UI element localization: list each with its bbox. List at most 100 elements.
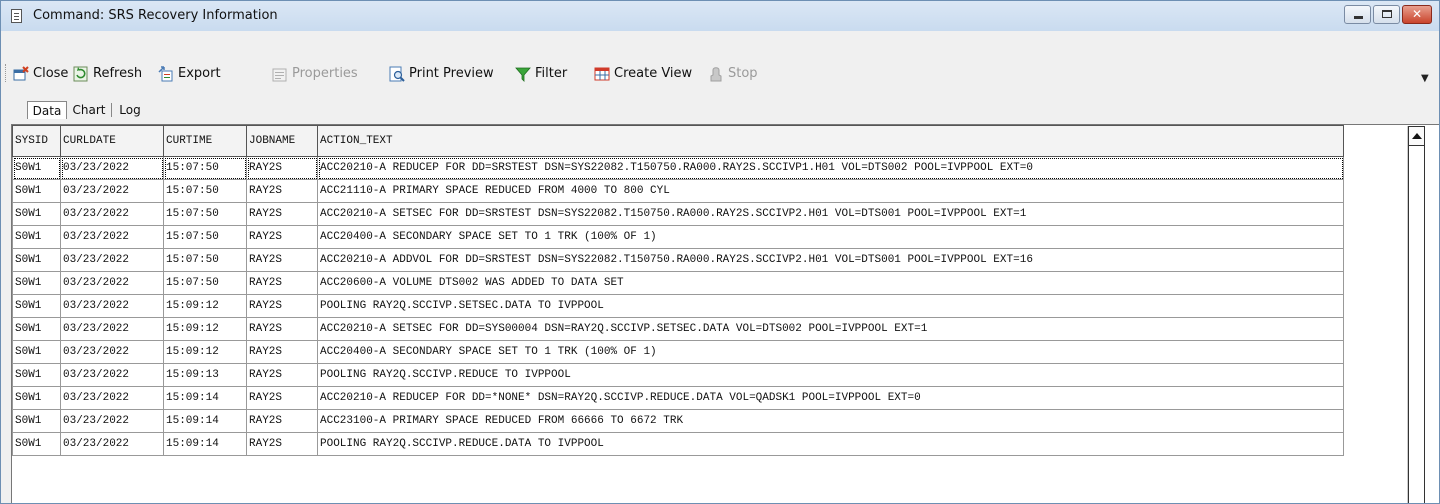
table-row[interactable]: S0W1 03/23/2022 15:09:12 RAY2S ACC20210-A SE…: [12, 317, 1344, 341]
table-cell: 03/23/2022: [60, 432, 164, 456]
maximize-icon: [1382, 10, 1392, 18]
table-cell: RAY2S: [246, 271, 318, 295]
print-preview-label: Print Preview: [409, 66, 494, 81]
table-cell: POOLING RAY2Q.SCCIVP.REDUCE.DATA TO IVPP…: [317, 432, 1344, 456]
create-view-icon: [594, 67, 610, 81]
properties-icon: [272, 68, 287, 82]
header-row: SYSID CURLDATE CURTIME JOBNAME ACTION_TEXT: [12, 125, 1344, 157]
table-cell: S0W1: [12, 386, 61, 410]
table-cell: ACC20210-A REDUCEP FOR DD=*NONE* DSN=RAY…: [317, 386, 1344, 410]
table-row[interactable]: S0W1 03/23/2022 15:07:50 RAY2S ACC20210-A SE…: [12, 202, 1344, 226]
tab-log[interactable]: Log: [113, 101, 147, 119]
scroll-track[interactable]: [1408, 146, 1425, 503]
table-cell: ACC23100-A PRIMARY SPACE REDUCED FROM 66…: [317, 409, 1344, 433]
tab-separator: [111, 103, 112, 117]
table-cell: RAY2S: [246, 225, 318, 249]
table-cell: 03/23/2022: [60, 225, 164, 249]
table-cell: ACC20400-A SECONDARY SPACE SET TO 1 TRK …: [317, 340, 1344, 364]
table-cell: POOLING RAY2Q.SCCIVP.SETSEC.DATA TO IVPP…: [317, 294, 1344, 318]
create-view-button[interactable]: Create View: [594, 63, 704, 85]
print-preview-icon: [389, 66, 405, 82]
table-row[interactable]: S0W1 03/23/2022 15:09:14 RAY2S ACC20210-A RE…: [12, 386, 1344, 410]
table-cell: 15:09:12: [163, 340, 247, 364]
results-table: SYSID CURLDATE CURTIME JOBNAME ACTION_TEXT S…: [12, 125, 1344, 456]
column-header-jobname[interactable]: JOBNAME: [246, 125, 318, 157]
column-header-action-text[interactable]: ACTION_TEXT: [317, 125, 1344, 157]
stop-label: Stop: [728, 66, 758, 81]
table-cell: S0W1: [12, 248, 61, 272]
stop-icon: [710, 67, 722, 82]
table-cell: POOLING RAY2Q.SCCIVP.REDUCE TO IVPPOOL: [317, 363, 1344, 387]
scroll-up-icon: [1412, 133, 1422, 139]
close-window-button[interactable]: ✕: [1402, 5, 1432, 24]
table-cell: 03/23/2022: [60, 248, 164, 272]
table-row[interactable]: S0W1 03/23/2022 15:07:50 RAY2S ACC21110-A PR…: [12, 179, 1344, 203]
table-cell: S0W1: [12, 202, 61, 226]
table-cell: ACC20210-A SETSEC FOR DD=SRSTEST DSN=SYS…: [317, 202, 1344, 226]
print-preview-button[interactable]: Print Preview: [389, 63, 511, 85]
table-row[interactable]: S0W1 03/23/2022 15:07:50 RAY2S ACC20400-A SE…: [12, 225, 1344, 249]
filter-button[interactable]: Filter: [515, 63, 587, 85]
table-cell: 03/23/2022: [60, 156, 164, 180]
table-cell: 03/23/2022: [60, 409, 164, 433]
table-cell: S0W1: [12, 363, 61, 387]
table-cell: 15:09:14: [163, 432, 247, 456]
table-cell: 03/23/2022: [60, 363, 164, 387]
export-button[interactable]: Export: [158, 63, 268, 85]
table-cell: S0W1: [12, 317, 61, 341]
refresh-label: Refresh: [93, 66, 143, 81]
table-row[interactable]: S0W1 03/23/2022 15:07:50 RAY2S ACC20600-A VO…: [12, 271, 1344, 295]
table-row[interactable]: S0W1 03/23/2022 15:07:50 RAY2S ACC20210-A AD…: [12, 248, 1344, 272]
table-cell: 03/23/2022: [60, 179, 164, 203]
table-cell: S0W1: [12, 294, 61, 318]
table-cell: 15:07:50: [163, 156, 247, 180]
table-row[interactable]: S0W1 03/23/2022 15:09:14 RAY2S ACC23100-A PR…: [12, 409, 1344, 433]
stop-button[interactable]: Stop: [708, 63, 768, 85]
table-cell: ACC20210-A REDUCEP FOR DD=SRSTEST DSN=SY…: [317, 156, 1344, 180]
document-icon: [11, 9, 22, 23]
table-row[interactable]: S0W1 03/23/2022 15:09:14 RAY2S POOLING RAY2Q…: [12, 432, 1344, 456]
table-cell: ACC20400-A SECONDARY SPACE SET TO 1 TRK …: [317, 225, 1344, 249]
export-icon: [158, 66, 173, 82]
minimize-button[interactable]: [1344, 5, 1371, 24]
table-cell: 15:07:50: [163, 179, 247, 203]
filter-icon: [515, 67, 531, 82]
table-cell: 03/23/2022: [60, 340, 164, 364]
minimize-icon: [1354, 16, 1363, 19]
table-cell: RAY2S: [246, 202, 318, 226]
table-row[interactable]: S0W1 03/23/2022 15:07:50 RAY2S ACC20210-A RE…: [12, 156, 1344, 180]
properties-label: Properties: [292, 66, 358, 81]
toolbar-overflow-icon[interactable]: ▼: [1421, 73, 1429, 84]
table-cell: RAY2S: [246, 432, 318, 456]
toolbar-grip[interactable]: [5, 64, 9, 82]
table-cell: RAY2S: [246, 409, 318, 433]
filter-label: Filter: [535, 66, 568, 81]
table-cell: ACC20600-A VOLUME DTS002 WAS ADDED TO DA…: [317, 271, 1344, 295]
maximize-button[interactable]: [1373, 5, 1400, 24]
column-header-sysid[interactable]: SYSID: [12, 125, 61, 157]
refresh-button[interactable]: Refresh: [73, 63, 158, 85]
export-label: Export: [178, 66, 221, 81]
vertical-scrollbar[interactable]: [1407, 126, 1425, 503]
data-grid[interactable]: SYSID CURLDATE CURTIME JOBNAME ACTION_TEXT S…: [11, 124, 1439, 503]
tab-chart[interactable]: Chart: [68, 101, 110, 119]
tab-data[interactable]: Data: [27, 101, 67, 119]
column-header-curldate[interactable]: CURLDATE: [60, 125, 164, 157]
table-cell: S0W1: [12, 432, 61, 456]
table-row[interactable]: S0W1 03/23/2022 15:09:12 RAY2S POOLING RAY2Q…: [12, 294, 1344, 318]
close-icon: ✕: [1411, 7, 1423, 21]
table-cell: S0W1: [12, 179, 61, 203]
grid-body: S0W1 03/23/2022 15:07:50 RAY2S ACC20210-A RE…: [12, 156, 1344, 456]
table-cell: RAY2S: [246, 340, 318, 364]
table-cell: 15:09:13: [163, 363, 247, 387]
table-cell: ACC21110-A PRIMARY SPACE REDUCED FROM 40…: [317, 179, 1344, 203]
table-row[interactable]: S0W1 03/23/2022 15:09:13 RAY2S POOLING RAY2Q…: [12, 363, 1344, 387]
table-cell: ACC20210-A SETSEC FOR DD=SYS00004 DSN=RA…: [317, 317, 1344, 341]
table-row[interactable]: S0W1 03/23/2022 15:09:12 RAY2S ACC20400-A SE…: [12, 340, 1344, 364]
table-cell: 15:07:50: [163, 271, 247, 295]
scroll-up-button[interactable]: [1408, 126, 1425, 146]
properties-button[interactable]: Properties: [272, 63, 382, 85]
column-header-curtime[interactable]: CURTIME: [163, 125, 247, 157]
table-cell: RAY2S: [246, 386, 318, 410]
srs-recovery-window: Command: SRS Recovery Information ✕ Clos…: [0, 0, 1440, 504]
